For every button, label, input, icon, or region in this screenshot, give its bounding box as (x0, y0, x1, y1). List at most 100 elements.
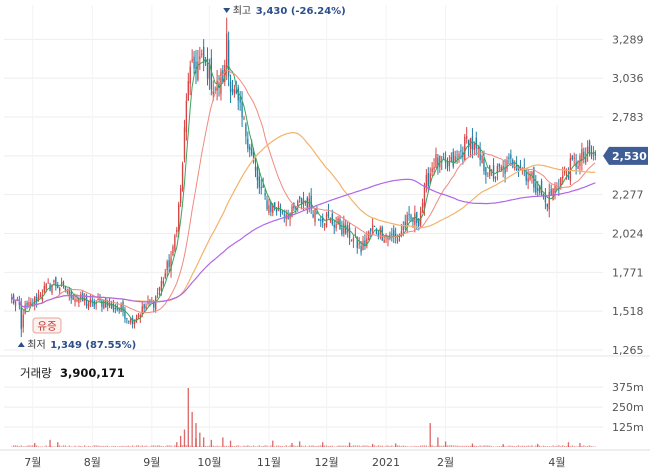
volume-bar (70, 446, 72, 447)
volume-bar (402, 445, 405, 447)
volume-bar (241, 446, 243, 447)
volume-bar (460, 445, 462, 447)
volume-bar (201, 446, 203, 447)
volume-bar (487, 445, 489, 447)
volume-bar (569, 446, 572, 447)
candle-body (492, 165, 495, 180)
candle-body (481, 155, 483, 163)
volume-bar (320, 445, 322, 447)
volume-bar (256, 446, 259, 447)
volume-bar (577, 446, 579, 447)
candle-body (475, 137, 477, 149)
candle-body (87, 303, 90, 309)
candle-body (241, 101, 243, 118)
volume-bar (477, 446, 479, 447)
candle-body (348, 227, 351, 239)
volume-bar (116, 446, 118, 447)
candle-body (114, 307, 117, 310)
volume-bar (312, 445, 314, 447)
volume-spike-bar (537, 443, 539, 447)
volume-title: 거래량 (20, 366, 52, 380)
volume-bar (264, 445, 266, 447)
volume-bar (66, 446, 69, 447)
volume-bar (249, 446, 251, 447)
volume-bar (110, 446, 113, 447)
volume-bar (218, 445, 220, 447)
volume-bar (427, 446, 429, 447)
volume-spike-bar (371, 443, 374, 447)
candle-body (373, 225, 376, 227)
stock-chart: 3,289 3,036 2,783 2,530 2,277 2,024 1,771 1,518… (0, 0, 650, 475)
volume-bar (35, 445, 38, 447)
candle-body (160, 281, 163, 291)
volume-bar (554, 446, 556, 447)
volume-spike-bar (579, 443, 581, 447)
candle-body (466, 136, 468, 139)
candle-body (414, 213, 416, 225)
volume-bar (233, 446, 236, 447)
candle-body (423, 184, 426, 208)
volume-bar (285, 445, 287, 447)
candle-body (362, 241, 364, 251)
volume-bar (467, 446, 470, 447)
volume-bar (14, 445, 17, 447)
candle-body (341, 227, 343, 235)
price-tick-label: 2,277 (612, 189, 644, 202)
volume-bar (22, 446, 24, 447)
volume-bar (158, 445, 161, 447)
candle-body (364, 240, 366, 246)
volume-bar (327, 445, 330, 447)
volume-bar (141, 445, 143, 447)
volume-bar (204, 445, 207, 447)
volume-bar (496, 446, 499, 447)
volume-bar (412, 446, 414, 447)
volume-bar (45, 445, 47, 447)
volume-tick-label: 375m (612, 381, 644, 394)
volume-bar (193, 446, 195, 447)
volume-bar (310, 445, 312, 447)
volume-spike-bar (272, 440, 274, 447)
volume-bar (197, 446, 199, 447)
candle-body (546, 203, 548, 207)
volume-spike-bar (437, 437, 439, 447)
volume-bar (377, 445, 380, 447)
candle-body (510, 154, 512, 159)
volume-bar (231, 445, 234, 447)
candle-body (583, 151, 585, 158)
volume-spike-bar (49, 439, 51, 447)
volume-spike-bar (191, 411, 193, 447)
volume-bar (469, 445, 472, 447)
candle-body (567, 175, 570, 179)
candle-body (226, 33, 228, 70)
candle-body (85, 295, 88, 306)
candle-body (76, 300, 78, 302)
volume-bar (489, 445, 491, 447)
volume-bar (277, 445, 280, 447)
volume-bar (178, 446, 180, 447)
volume-bar (583, 445, 585, 447)
candle-body (28, 302, 30, 306)
time-tick-label: 2021 (372, 456, 400, 469)
candle-body (275, 209, 278, 212)
volume-bar (147, 446, 149, 447)
volume-bar (250, 446, 253, 447)
candle-body (320, 219, 322, 221)
volume-bar (82, 446, 84, 447)
candle-body (231, 88, 234, 92)
volume-spike-bar (429, 423, 431, 447)
volume-bar (329, 445, 332, 447)
volume-bar (339, 445, 341, 447)
candle-body (254, 166, 257, 171)
volume-bar (517, 445, 520, 447)
volume-bar (345, 445, 347, 447)
candle-body (314, 209, 316, 223)
candle-body (410, 215, 412, 219)
candle-body (435, 154, 437, 168)
volume-bar (500, 446, 502, 447)
volume-bar (323, 445, 326, 447)
volume-bar (270, 445, 272, 447)
volume-bar (433, 446, 435, 447)
volume-bar (156, 445, 159, 447)
volume-bar (316, 445, 318, 447)
volume-bar (37, 446, 40, 447)
